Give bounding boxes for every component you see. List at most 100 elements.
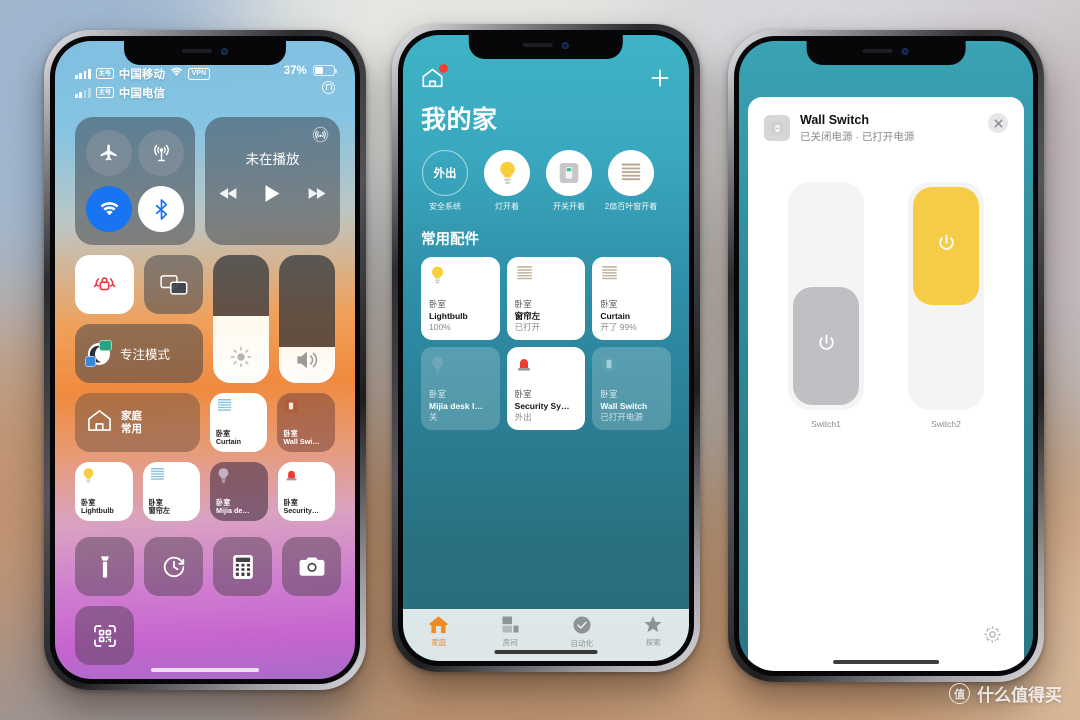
qr-scanner-icon[interactable] — [75, 606, 134, 665]
cellular-data-icon[interactable] — [138, 130, 184, 176]
fast-forward-icon[interactable] — [307, 187, 326, 205]
cc-accessory-mijia-desk-lamp[interactable]: 卧室 Mijia de… — [210, 462, 268, 521]
accessory-state: 已打开 — [514, 321, 541, 332]
add-accessory-button[interactable] — [649, 67, 671, 94]
status-caption: 2扇百叶窗开着 — [604, 202, 658, 211]
switch-control-2: Switch2 — [908, 182, 984, 429]
home-tile-line1: 家庭 — [121, 409, 142, 422]
calculator-icon[interactable] — [213, 537, 272, 596]
sim-badge-2: 主号 — [95, 87, 114, 98]
home-indicator[interactable] — [833, 660, 939, 664]
notch — [468, 35, 624, 59]
switch2-slider[interactable] — [908, 182, 984, 410]
accessory-room: 卧室 — [283, 428, 298, 438]
accessory-name: 窗帘左 — [514, 310, 541, 321]
accessory-card-lightbulb[interactable]: 卧室 Lightbulb 100% — [421, 257, 500, 340]
connectivity-panel[interactable] — [75, 117, 195, 245]
airplay-icon[interactable] — [312, 126, 329, 148]
home-indicator[interactable] — [151, 668, 259, 672]
switch-icon — [600, 355, 663, 378]
accessory-name: Lightbulb — [81, 506, 114, 516]
accessory-room: 卧室 — [148, 497, 163, 507]
tab-automation[interactable]: 自动化 — [546, 615, 618, 649]
switch1-thumb[interactable] — [793, 287, 859, 405]
siren-icon — [284, 467, 330, 488]
tab-discover[interactable]: 探索 — [618, 615, 690, 648]
play-icon[interactable] — [264, 184, 281, 208]
focus-mode-label: 专注模式 — [120, 348, 171, 362]
accessory-card-wall-switch[interactable]: 卧室 Wall Switch 已打开电源 — [592, 347, 671, 430]
carrier-name-1: 中国移动 — [118, 68, 166, 81]
wifi-icon — [170, 67, 183, 80]
close-icon[interactable] — [988, 113, 1008, 133]
status-caption: 安全系统 — [429, 202, 461, 211]
tab-rooms[interactable]: 房间 — [475, 615, 547, 648]
accessory-card-curtain[interactable]: 卧室 Curtain 开了 99% — [592, 257, 671, 340]
home-app-screen: 我的家 外出 安全系统 灯开着 开关开着 2扇百叶窗开着 常用配件 卧室 Lig… — [403, 35, 689, 661]
accessory-name: Wall Swi… — [283, 437, 320, 447]
accessory-state: 开了 99% — [600, 321, 637, 332]
status-caption: 开关开着 — [553, 202, 585, 211]
accessory-card-mijia-desk-lamp[interactable]: 卧室 Mijia desk l… 关 — [421, 347, 500, 430]
camera-icon[interactable] — [282, 537, 341, 596]
notch — [806, 41, 966, 65]
cc-accessory-curtain-left[interactable]: 卧室 窗帘左 — [142, 462, 200, 521]
accessory-name: Curtain — [600, 310, 631, 321]
rotation-lock-button[interactable] — [75, 255, 134, 314]
volume-slider[interactable] — [279, 255, 335, 383]
carrier-name-2: 中国电信 — [118, 87, 166, 100]
status-item-security[interactable]: 外出 安全系统 — [421, 150, 469, 212]
watermark-text: 什么值得买 — [977, 686, 1062, 705]
siren-icon — [515, 355, 578, 379]
status-item-switches[interactable]: 开关开着 — [545, 150, 593, 212]
accessory-room: 卧室 — [514, 389, 532, 400]
accessory-state: 已打开电源 — [600, 411, 643, 422]
rewind-icon[interactable] — [219, 187, 238, 205]
rotation-lock-status-icon — [322, 81, 335, 94]
tab-label: 家庭 — [431, 638, 447, 647]
brightness-icon — [230, 346, 252, 373]
accessory-room: 卧室 — [283, 497, 298, 507]
gear-icon[interactable] — [983, 625, 1002, 649]
tab-home[interactable]: 家庭 — [403, 615, 475, 648]
focus-mode-button[interactable]: 专注模式 — [75, 324, 203, 383]
cc-accessory-wall-switch[interactable]: 卧室 Wall Swi… — [277, 393, 335, 452]
accessory-card-security-system[interactable]: 卧室 Security Sy… 外出 — [506, 347, 586, 430]
accessory-room: 卧室 — [429, 299, 447, 310]
home-indicator[interactable] — [494, 650, 598, 654]
switch1-slider[interactable] — [788, 182, 864, 410]
media-player-panel[interactable]: 未在播放 — [205, 117, 340, 245]
shortcut-row — [75, 537, 341, 665]
tab-label: 自动化 — [570, 639, 594, 648]
vpn-badge: VPN — [188, 67, 210, 80]
sim-badge-1: 主号 — [95, 68, 114, 79]
blinds-icon — [515, 265, 578, 288]
watermark-logo: 值 — [949, 683, 970, 704]
earpiece-speaker — [523, 43, 553, 47]
cc-accessory-lightbulb[interactable]: 卧室 Lightbulb — [75, 462, 133, 521]
watermark: 值 什么值得买 — [949, 681, 1062, 706]
section-title: 常用配件 — [421, 232, 479, 248]
now-playing-title: 未在播放 — [245, 152, 300, 167]
timer-icon[interactable] — [144, 537, 203, 596]
accessory-name: Security Sy… — [514, 400, 570, 411]
cc-accessory-security-system[interactable]: 卧室 Security… — [277, 462, 335, 521]
accessory-card-curtain-left[interactable]: 卧室 窗帘左 已打开 — [506, 257, 586, 340]
home-tile[interactable]: 家庭 常用 — [75, 393, 200, 452]
brightness-slider[interactable] — [213, 255, 269, 383]
screen-mirroring-button[interactable] — [144, 255, 203, 314]
status-item-lights[interactable]: 灯开着 — [483, 150, 531, 212]
wifi-toggle-icon[interactable] — [86, 186, 132, 232]
bluetooth-toggle-icon[interactable] — [138, 186, 184, 232]
switch2-thumb[interactable] — [913, 187, 979, 305]
sheet-header: Wall Switch 已关闭电源 · 已打开电源 — [764, 113, 1008, 144]
airplane-mode-icon[interactable] — [86, 130, 132, 176]
house-badge-icon[interactable] — [421, 64, 448, 94]
status-item-blinds[interactable]: 2扇百叶窗开着 — [604, 150, 658, 212]
flashlight-icon[interactable] — [75, 537, 134, 596]
switch-controls: Switch1 Switch2 — [764, 182, 1008, 429]
earpiece-speaker — [863, 49, 893, 53]
notch — [124, 41, 286, 65]
home-tile-line2: 常用 — [121, 422, 142, 435]
cc-accessory-curtain[interactable]: 卧室 Curtain — [209, 393, 268, 452]
